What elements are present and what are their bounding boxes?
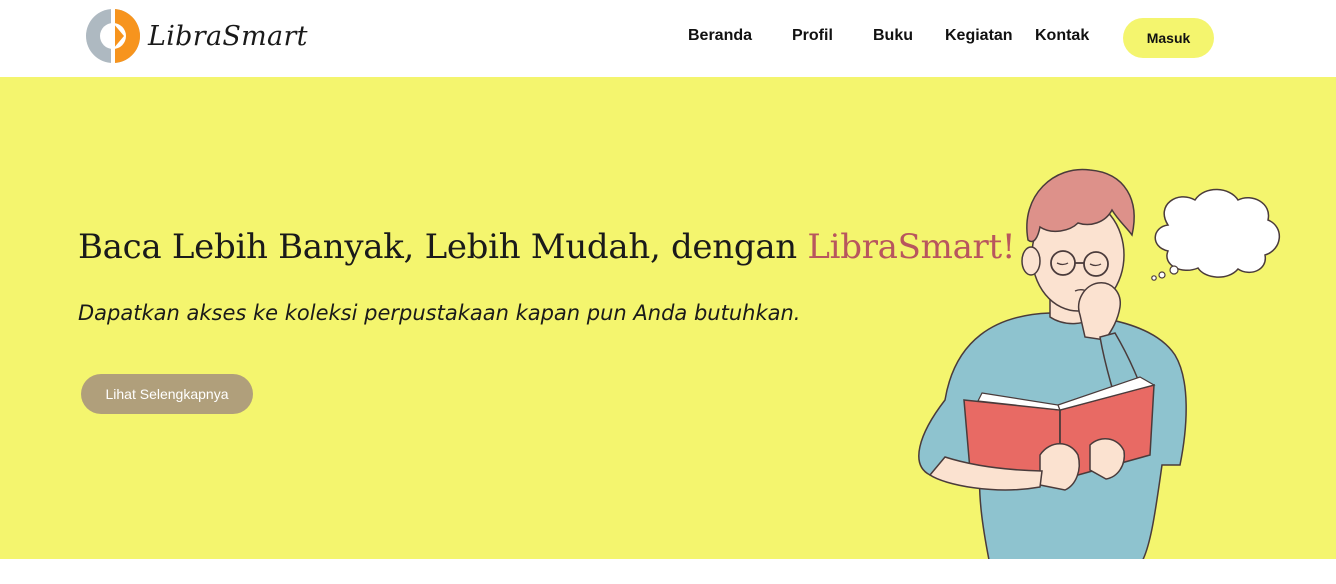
reading-person-illustration xyxy=(918,168,1280,559)
librasmart-logo-icon xyxy=(86,9,140,63)
see-more-button[interactable]: Lihat Selengkapnya xyxy=(81,374,253,414)
hero-subtitle: Dapatkan akses ke koleksi perpustakaan k… xyxy=(78,301,801,325)
hero-section: Baca Lebih Banyak, Lebih Mudah, dengan L… xyxy=(0,77,1336,559)
nav-link-profil[interactable]: Profil xyxy=(792,27,833,45)
nav-link-buku[interactable]: Buku xyxy=(873,27,913,45)
brand-name: LibraSmart xyxy=(148,20,308,52)
nav-link-beranda[interactable]: Beranda xyxy=(688,27,752,45)
navbar: LibraSmart Beranda Profil Buku Kegiatan … xyxy=(0,0,1336,77)
login-button[interactable]: Masuk xyxy=(1123,18,1214,58)
thought-bubble-icon xyxy=(1154,188,1280,278)
logo-link[interactable]: LibraSmart xyxy=(84,7,308,65)
hero-title-prefix: Baca Lebih Banyak, Lebih Mudah, dengan xyxy=(78,227,808,267)
hero-title: Baca Lebih Banyak, Lebih Mudah, dengan L… xyxy=(78,227,1016,267)
nav-link-kontak[interactable]: Kontak xyxy=(1035,27,1089,45)
nav-link-kegiatan[interactable]: Kegiatan xyxy=(945,27,1013,45)
